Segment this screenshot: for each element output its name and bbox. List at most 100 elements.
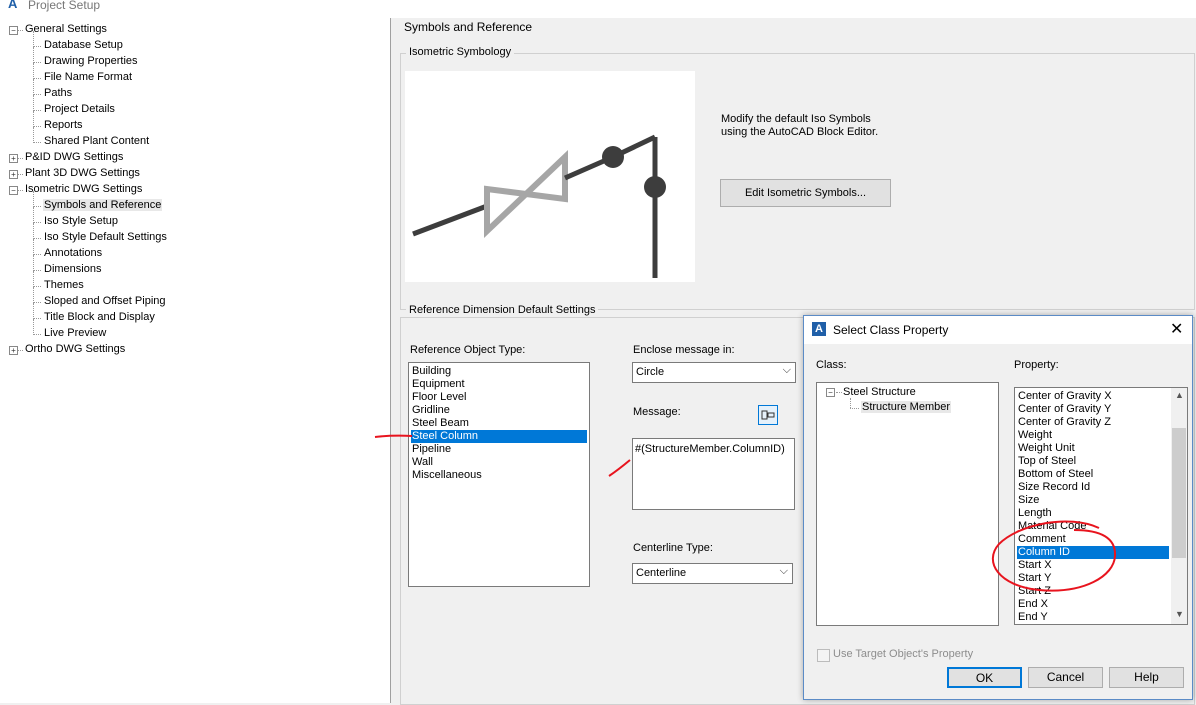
expand-icon[interactable]: + [9,346,18,355]
tree-item-symbols-and-reference[interactable]: Symbols and Reference [43,199,163,211]
tree-connector [33,46,41,47]
use-target-property-checkbox[interactable] [817,649,830,662]
tree-item-database-setup[interactable]: Database Setup [43,39,124,51]
collapse-icon[interactable]: − [9,186,18,195]
tree-item-themes[interactable]: Themes [43,279,85,291]
list-item[interactable]: Center of Gravity X [1017,390,1169,403]
tree-item-iso-style-setup[interactable]: Iso Style Setup [43,215,119,227]
annotation-mark [374,434,413,438]
tree-connector [33,223,34,239]
window-title: Project Setup [28,0,101,12]
settings-tree[interactable]: − General Settings Database Setup Drawing P… [0,18,391,703]
list-item[interactable]: Gridline [411,404,587,417]
list-item[interactable]: Building [411,365,587,378]
iso-description-line1: Modify the default Iso Symbols [721,113,871,125]
class-label: Class: [816,359,847,371]
tree-item-general-settings[interactable]: General Settings [24,23,108,35]
list-item[interactable]: Floor Level [411,391,587,404]
collapse-icon[interactable]: − [9,26,18,35]
insert-field-button[interactable] [758,405,778,425]
tree-item-plant-3d-dwg-settings[interactable]: Plant 3D DWG Settings [24,167,141,179]
enclose-message-select[interactable]: Circle ⌵ [632,362,796,383]
scroll-up-icon[interactable]: ▲ [1175,390,1184,400]
list-item[interactable]: Equipment [411,378,587,391]
tree-item-file-name-format[interactable]: File Name Format [43,71,133,83]
edit-isometric-symbols-button[interactable]: Edit Isometric Symbols... [720,179,891,207]
list-item[interactable]: Weight Unit [1017,442,1169,455]
tree-connector [33,303,34,319]
list-item[interactable]: Steel Beam [411,417,587,430]
message-textbox[interactable]: #(StructureMember.ColumnID) [632,438,795,510]
list-item[interactable]: Miscellaneous [411,469,587,482]
tree-connector [18,158,23,159]
tree-connector [33,94,41,95]
tree-connector [33,191,34,207]
tree-connector [850,398,851,408]
tree-connector [33,255,34,271]
collapse-icon[interactable]: − [826,388,835,397]
class-tree-root[interactable]: Steel Structure [843,386,916,398]
tree-item-project-details[interactable]: Project Details [43,103,116,115]
tree-connector [850,408,859,409]
scrollbar[interactable]: ▲ ▼ [1171,388,1187,624]
tree-item-annotations[interactable]: Annotations [43,247,103,259]
tree-item-shared-plant-content[interactable]: Shared Plant Content [43,135,150,147]
tree-item-dimensions[interactable]: Dimensions [43,263,102,275]
list-item[interactable]: Wall [411,456,587,469]
tree-connector [33,334,41,335]
iso-description-line2: using the AutoCAD Block Editor. [721,126,879,138]
tree-connector [33,254,41,255]
list-item[interactable]: Size Record Id [1017,481,1169,494]
message-label: Message: [633,406,681,418]
tree-item-reports[interactable]: Reports [43,119,84,131]
tree-item-iso-style-default-settings[interactable]: Iso Style Default Settings [43,231,168,243]
tree-item-paths[interactable]: Paths [43,87,73,99]
scroll-down-icon[interactable]: ▼ [1175,609,1184,619]
class-tree[interactable]: − Steel Structure Structure Member [816,382,999,626]
tree-item-isometric-dwg-settings[interactable]: Isometric DWG Settings [24,183,143,195]
tree-connector [33,110,41,111]
tree-connector [33,62,41,63]
list-item[interactable]: End Y [1017,611,1169,624]
tree-connector [33,142,41,143]
use-target-property-label: Use Target Object's Property [833,648,974,660]
ok-button[interactable]: OK [947,667,1022,688]
tree-item-ortho-dwg-settings[interactable]: Ortho DWG Settings [24,343,126,355]
cancel-button[interactable]: Cancel [1028,667,1103,688]
tree-connector [33,287,34,303]
centerline-type-select[interactable]: Centerline ⌵ [632,563,793,584]
reference-object-type-list[interactable]: Building Equipment Floor Level Gridline Stee… [408,362,590,587]
tree-item-title-block-and-display[interactable]: Title Block and Display [43,311,156,323]
expand-icon[interactable]: + [9,154,18,163]
list-item[interactable]: Center of Gravity Y [1017,403,1169,416]
tree-item-sloped-and-offset-piping[interactable]: Sloped and Offset Piping [43,295,167,307]
tree-connector [33,47,34,63]
list-item[interactable]: Pipeline [411,443,587,456]
reference-dimension-label: Reference Dimension Default Settings [406,304,599,316]
tree-item-drawing-properties[interactable]: Drawing Properties [43,55,139,67]
class-tree-child[interactable]: Structure Member [861,401,952,413]
tree-connector [33,318,41,319]
tree-connector [18,30,23,31]
list-item[interactable]: Steel Column [411,430,587,443]
close-icon[interactable]: ✕ [1170,319,1183,339]
scrollbar-thumb[interactable] [1172,428,1186,558]
chevron-down-icon: ⌵ [779,565,788,577]
expand-icon[interactable]: + [9,170,18,179]
list-item[interactable]: Bottom of Steel [1017,468,1169,481]
insert-field-icon [761,410,775,420]
iso-symbol-preview-icon [412,134,666,278]
panel-title: Symbols and Reference [404,20,533,34]
tree-connector [33,78,41,79]
dialog-title: Select Class Property [833,323,949,337]
list-item[interactable]: Top of Steel [1017,455,1169,468]
list-item[interactable]: Weight [1017,429,1169,442]
tree-connector [33,238,41,239]
list-item[interactable]: Center of Gravity Z [1017,416,1169,429]
enclose-message-label: Enclose message in: [633,344,735,356]
tree-item-p-id-dwg-settings[interactable]: P&ID DWG Settings [24,151,124,163]
list-item[interactable]: Size [1017,494,1169,507]
tree-item-live-preview[interactable]: Live Preview [43,327,107,339]
help-button[interactable]: Help [1109,667,1184,688]
list-item[interactable]: End X [1017,598,1169,611]
